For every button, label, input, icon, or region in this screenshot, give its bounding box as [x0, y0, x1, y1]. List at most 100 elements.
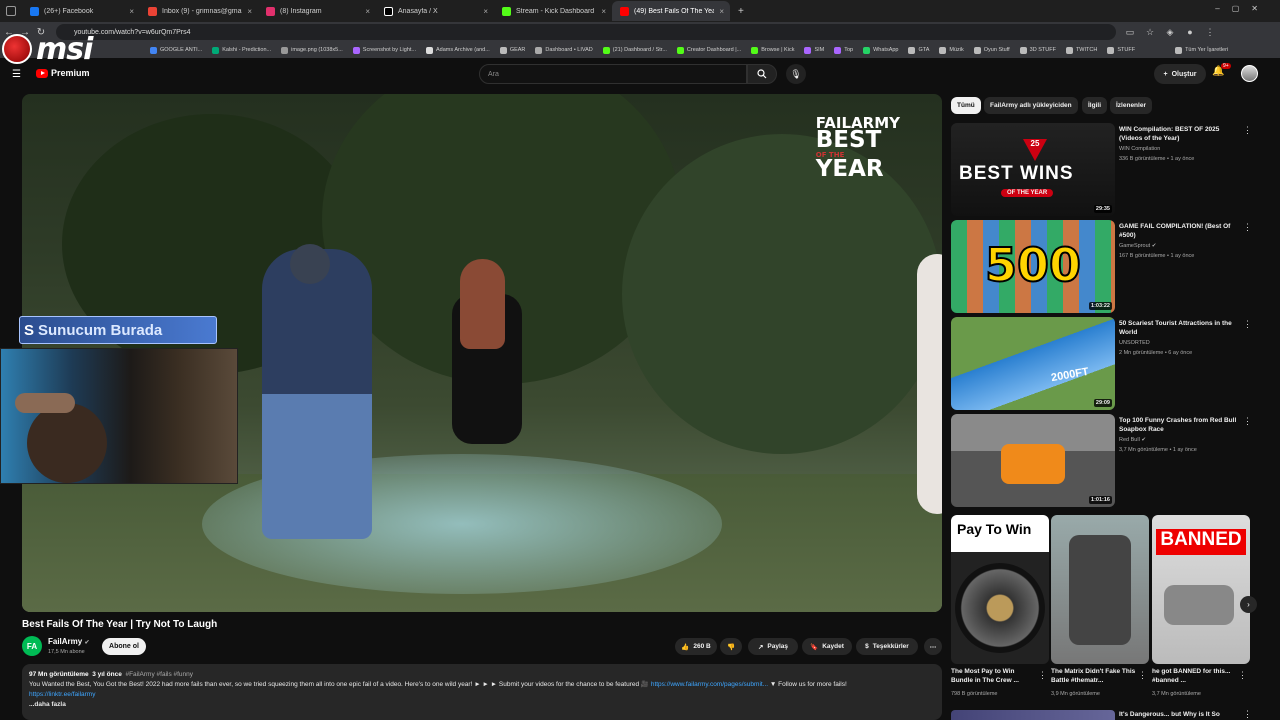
dislike-button[interactable]: 👎	[720, 638, 742, 655]
channel-name[interactable]: Red Bull ✔	[1119, 437, 1146, 443]
video-thumbnail[interactable]: 1:01:16	[951, 414, 1115, 507]
close-icon[interactable]: ×	[719, 7, 724, 16]
bookmark-folder[interactable]: Müzik	[939, 46, 964, 54]
recommended-video[interactable]: 500 1:03:22 GAME FAIL COMPILATION! (Best…	[951, 220, 1271, 314]
short-thumbnail[interactable]: BANNED	[1152, 515, 1250, 664]
search-button[interactable]	[747, 64, 777, 84]
thanks-button[interactable]: $ Teşekkürler	[856, 638, 918, 655]
description-link[interactable]: https://www.failarmy.com/pages/submit...	[651, 681, 768, 688]
extensions-icon[interactable]: ◈	[1164, 26, 1176, 38]
short-title[interactable]: he got BANNED for this... #banned ...	[1152, 667, 1238, 685]
close-icon[interactable]: ×	[129, 7, 134, 16]
chip-from-uploader[interactable]: FailArmy adlı yükleyiciden	[984, 97, 1078, 114]
bookmark-folder[interactable]: GEAR	[499, 46, 525, 54]
youtube-logo[interactable]: Premium	[36, 68, 90, 78]
more-actions-button[interactable]: ⋯	[924, 638, 942, 655]
tab-kick[interactable]: Stream - Kick Dashboard ×	[494, 1, 612, 21]
channel-name[interactable]: FailArmy ✔	[48, 637, 90, 646]
recommended-video[interactable]: 1:01:16 Top 100 Funny Crashes from Red B…	[951, 414, 1271, 508]
tab-facebook[interactable]: (26+) Facebook ×	[22, 1, 140, 21]
bookmark-folder[interactable]: GTA	[908, 46, 929, 54]
hamburger-menu-icon[interactable]: ☰	[12, 69, 21, 80]
new-tab-icon[interactable]: +	[738, 6, 744, 17]
bookmark-item[interactable]: GOOGLE ANTI...	[150, 46, 202, 54]
video-title[interactable]: WIN Compilation: BEST OF 2025 (Videos of…	[1119, 125, 1237, 143]
bookmark-item[interactable]: Screenshot by Light...	[352, 46, 416, 54]
more-vert-icon[interactable]: ⋮	[1243, 319, 1252, 330]
close-icon[interactable]: ×	[365, 7, 370, 16]
more-vert-icon[interactable]: ⋮	[1238, 670, 1247, 681]
chip-all[interactable]: Tümü	[951, 97, 981, 114]
recommended-video[interactable]: 2000FT 29:09 50 Scariest Tourist Attract…	[951, 317, 1271, 411]
create-button[interactable]: + Oluştur	[1154, 64, 1206, 84]
window-controls[interactable]: –▢✕	[1215, 4, 1270, 13]
chevron-right-icon[interactable]: ›	[1240, 596, 1257, 613]
browser-menu-icon[interactable]: ⋮	[1204, 26, 1216, 38]
short-thumbnail[interactable]: Pay To Win	[951, 515, 1049, 664]
recommended-video[interactable]: 25 BEST WINS OF THE YEAR 29:35 WIN Compi…	[951, 123, 1271, 217]
short-title[interactable]: The Matrix Didn't Fake This Battle #them…	[1051, 667, 1137, 685]
bookmark-star-icon[interactable]: ☆	[1144, 26, 1156, 38]
channel-avatar[interactable]: FA	[22, 636, 42, 656]
more-vert-icon[interactable]: ⋮	[1243, 416, 1252, 427]
description-body: You Wanted the Best, You Got the Best! 2…	[29, 681, 650, 688]
video-thumbnail[interactable]: 25 BEST WINS OF THE YEAR 29:35	[951, 123, 1115, 216]
bookmark-item[interactable]: SIM	[804, 46, 824, 54]
channel-name[interactable]: UNSORTED	[1119, 340, 1150, 346]
bookmark-folder[interactable]: TWITCH	[1065, 46, 1097, 54]
more-vert-icon[interactable]: ⋮	[1243, 709, 1252, 720]
close-icon[interactable]: ×	[601, 7, 606, 16]
share-button[interactable]: ↗ Paylaş	[748, 638, 798, 655]
bookmark-folder[interactable]: Oyun Stuff	[973, 46, 1010, 54]
video-title[interactable]: It's Dangerous... but Why is It So	[1119, 711, 1220, 718]
video-thumbnail[interactable]: 500 1:03:22	[951, 220, 1115, 313]
microphone-icon[interactable]: 🎙	[786, 64, 806, 84]
tab-youtube[interactable]: (49) Best Fails Of The Year ×	[612, 1, 730, 21]
show-more-button[interactable]: ...daha fazla	[29, 700, 935, 710]
tab-instagram[interactable]: (8) Instagram ×	[258, 1, 376, 21]
subscribe-button[interactable]: Abone ol	[102, 638, 146, 655]
bookmark-item[interactable]: Creator Dashboard |...	[676, 46, 741, 54]
video-thumbnail[interactable]	[951, 710, 1115, 720]
bookmark-item[interactable]: Adams Archive (and...	[426, 46, 490, 54]
more-vert-icon[interactable]: ⋮	[1243, 125, 1252, 136]
short-title[interactable]: The Most Pay to Win Bundle in The Crew .…	[951, 667, 1037, 685]
profile-icon[interactable]: ●	[1184, 26, 1196, 38]
description-link[interactable]: https://linktr.ee/failarmy	[29, 690, 935, 700]
tab-menu-icon[interactable]	[6, 6, 16, 16]
hashtags[interactable]: #FailArmy #fails #funny	[125, 671, 193, 678]
bookmark-item[interactable]: Top	[834, 46, 853, 54]
bookmark-item[interactable]: WhatsApp	[863, 46, 898, 54]
video-thumbnail[interactable]: 2000FT 29:09	[951, 317, 1115, 410]
like-button[interactable]: 👍 260 B	[675, 638, 717, 655]
chip-related[interactable]: İlgili	[1082, 97, 1107, 114]
bookmark-item[interactable]: Dashboard • LIVAD	[535, 46, 593, 54]
video-title[interactable]: GAME FAIL COMPILATION! (Best Of #500)	[1119, 222, 1237, 240]
bookmark-item[interactable]: Browse | Kick	[751, 46, 794, 54]
bookmark-item[interactable]: (21) Dashboard / Str...	[602, 46, 667, 54]
more-vert-icon[interactable]: ⋮	[1038, 670, 1047, 681]
chip-watched[interactable]: İzlenenler	[1110, 97, 1152, 114]
tab-x[interactable]: Anasayfa / X ×	[376, 1, 494, 21]
save-button[interactable]: 🔖 Kaydet	[802, 638, 852, 655]
close-icon[interactable]: ×	[483, 7, 488, 16]
bookmark-folder[interactable]: 3D STUFF	[1019, 46, 1056, 54]
avatar[interactable]	[1241, 65, 1258, 82]
video-title[interactable]: Top 100 Funny Crashes from Red Bull Soap…	[1119, 416, 1237, 434]
search-input[interactable]: Ara	[479, 64, 747, 84]
tab-gmail[interactable]: Inbox (9) - grimnas@gmail.com ×	[140, 1, 258, 21]
video-title[interactable]: 50 Scariest Tourist Attractions in the W…	[1119, 319, 1237, 337]
cast-icon[interactable]: ▭	[1124, 26, 1136, 38]
channel-name[interactable]: WIN Compilation	[1119, 146, 1160, 152]
bookmark-item[interactable]: Kalshi - Prediction...	[212, 46, 271, 54]
description-box[interactable]: 97 Mn görüntüleme 3 yıl önce #FailArmy #…	[22, 664, 942, 720]
bookmark-item[interactable]: image.png (1038x5...	[281, 46, 343, 54]
more-vert-icon[interactable]: ⋮	[1138, 670, 1147, 681]
more-vert-icon[interactable]: ⋮	[1243, 222, 1252, 233]
all-bookmarks[interactable]: Tüm Yer İşaretleri	[1175, 46, 1228, 54]
bookmark-folder[interactable]: STUFF	[1107, 46, 1135, 54]
close-icon[interactable]: ×	[247, 7, 252, 16]
short-thumbnail[interactable]	[1051, 515, 1149, 664]
channel-name[interactable]: GameSprout ✔	[1119, 243, 1156, 249]
url-field[interactable]: youtube.com/watch?v=w6urQm7Prs4	[56, 24, 1116, 40]
